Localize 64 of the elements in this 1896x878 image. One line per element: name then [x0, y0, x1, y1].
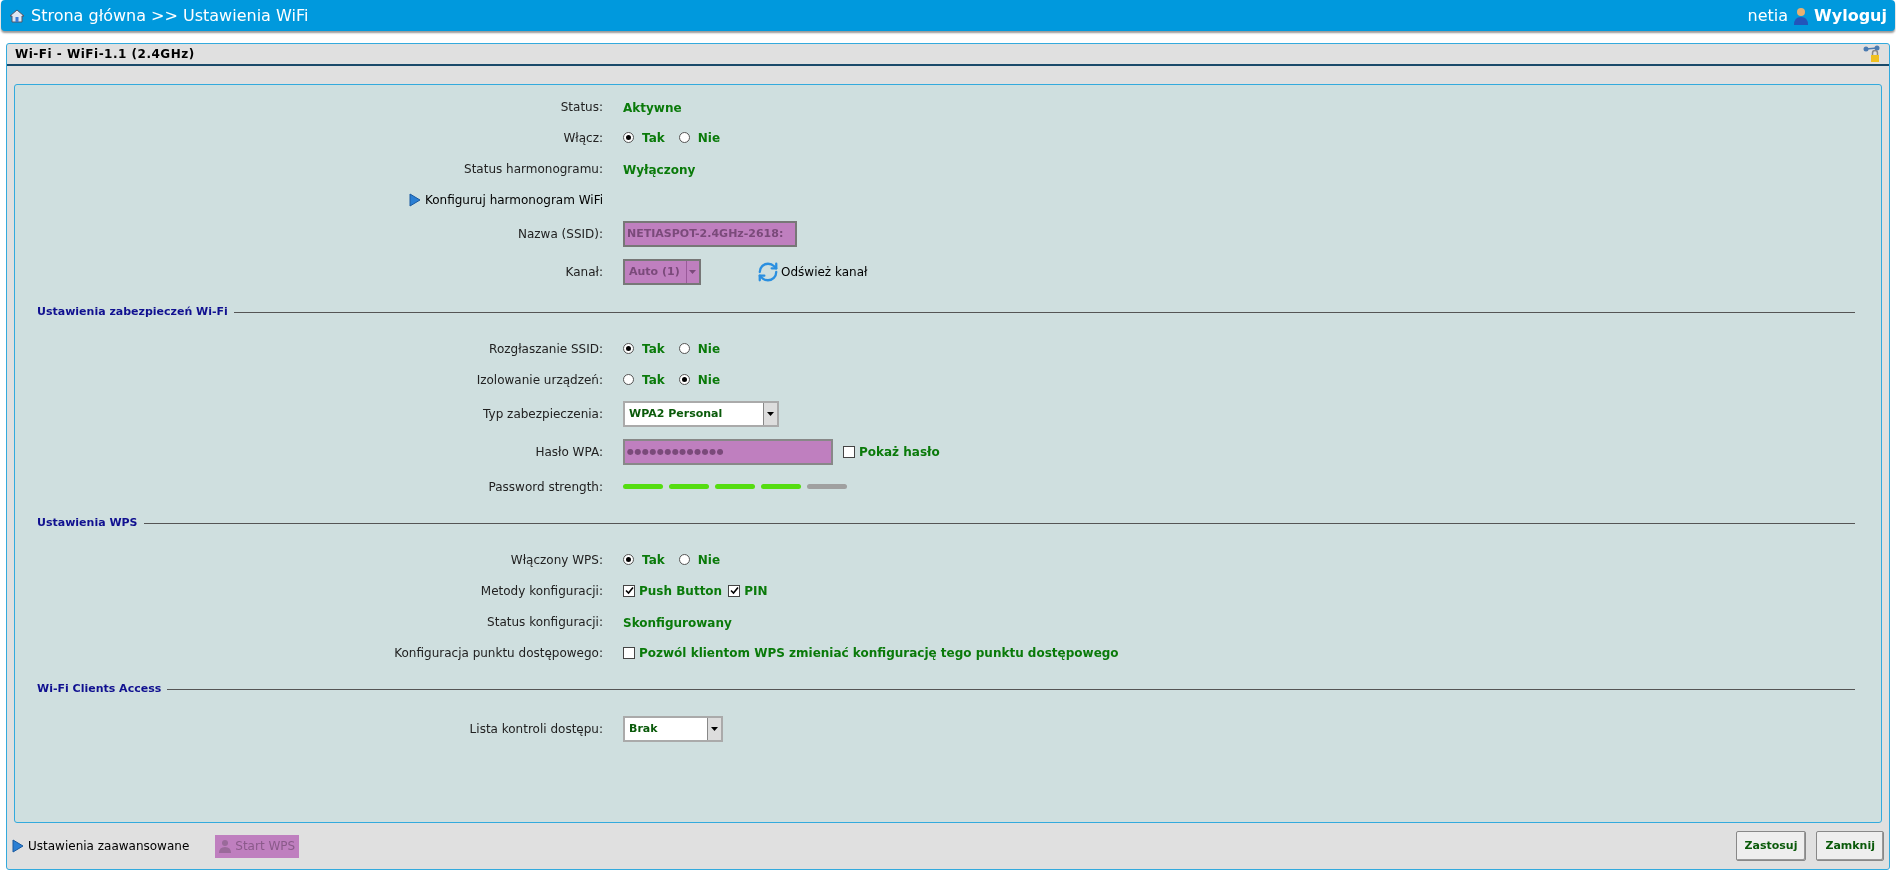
- field-label: Lista kontroli dostępu:: [468, 721, 603, 738]
- breadcrumb: Strona główna >> Ustawienia WiFi: [31, 4, 309, 27]
- status-value: Wyłączony: [623, 162, 696, 177]
- username: netia: [1747, 4, 1789, 27]
- option-label: PIN: [744, 582, 768, 600]
- radio-button[interactable]: [678, 343, 690, 354]
- field-label: Password strength:: [487, 478, 603, 496]
- checkbox[interactable]: [623, 584, 635, 597]
- person-icon: [219, 839, 232, 853]
- option-label: Nie: [697, 551, 720, 569]
- dropdown[interactable]: Brak: [623, 716, 723, 742]
- refresh-icon: [757, 261, 779, 283]
- action-button[interactable]: Zamknij: [1816, 831, 1884, 861]
- status-value: Skonfigurowany: [623, 615, 732, 630]
- option-label: Tak: [642, 551, 665, 569]
- section-title: Ustawienia zabezpieczeń Wi-Fi: [37, 303, 228, 320]
- option-label: Push Button: [639, 582, 723, 600]
- field-label: Status harmonogramu:: [463, 160, 603, 178]
- caret-icon: [763, 403, 777, 425]
- user-icon: [1794, 6, 1809, 25]
- field-label: Włącz:: [562, 129, 603, 147]
- caret-icon: [707, 718, 721, 740]
- option-label: Nie: [697, 371, 720, 389]
- status-value: Aktywne: [623, 100, 682, 115]
- dropdown[interactable]: WPA2 Personal: [623, 401, 779, 427]
- radio-button[interactable]: [623, 554, 634, 565]
- field-label: Rozgłaszanie SSID:: [488, 340, 603, 358]
- network-lock-icon: [1863, 45, 1881, 63]
- field-label: Status konfiguracji:: [486, 613, 603, 631]
- panel-title: Wi-Fi - WiFi-1.1 (2.4GHz): [15, 46, 195, 63]
- option-label: Tak: [642, 129, 665, 147]
- field-label: Nazwa (SSID):: [516, 226, 603, 243]
- field-label: Typ zabezpieczenia:: [482, 406, 603, 423]
- field-label: Kanał:: [564, 264, 603, 281]
- radio-button[interactable]: [678, 132, 690, 143]
- home-icon: [9, 8, 25, 23]
- schedule-link[interactable]: Konfiguruj harmonogram WiFi: [408, 190, 603, 209]
- field-label: Hasło WPA:: [534, 444, 603, 461]
- advanced-settings-link[interactable]: Ustawienia zaawansowane: [12, 837, 190, 855]
- radio-button[interactable]: [623, 132, 634, 143]
- field-label: Izolowanie urządzeń:: [475, 371, 603, 389]
- option-label: Pokaż hasło: [859, 444, 940, 461]
- option-label: Tak: [642, 371, 665, 389]
- option-label: Pozwól klientom WPS zmieniać konfigurację tego punktu dostępowego: [639, 644, 1119, 662]
- play-icon: [408, 192, 421, 207]
- action-button[interactable]: Zastosuj: [1735, 831, 1807, 861]
- radio-button[interactable]: [623, 374, 634, 385]
- checkbox[interactable]: [843, 446, 855, 458]
- option-label: Nie: [697, 340, 720, 358]
- field-label: Metody konfiguracji:: [479, 582, 603, 600]
- section-title: Ustawienia WPS: [37, 514, 138, 531]
- radio-button[interactable]: [678, 374, 690, 385]
- section-title: Wi-Fi Clients Access: [37, 680, 162, 697]
- field-label: Status:: [559, 98, 603, 116]
- play-icon: [12, 839, 24, 853]
- option-label: Tak: [642, 340, 665, 358]
- caret-icon: [685, 261, 699, 283]
- checkbox[interactable]: [623, 646, 635, 659]
- field-label: Włączony WPS:: [509, 551, 603, 569]
- radio-button[interactable]: [678, 554, 690, 565]
- field-label: Konfiguracja punktu dostępowego:: [393, 644, 603, 662]
- checkbox[interactable]: [728, 584, 741, 597]
- option-label: Nie: [697, 129, 720, 147]
- radio-button[interactable]: [623, 343, 634, 354]
